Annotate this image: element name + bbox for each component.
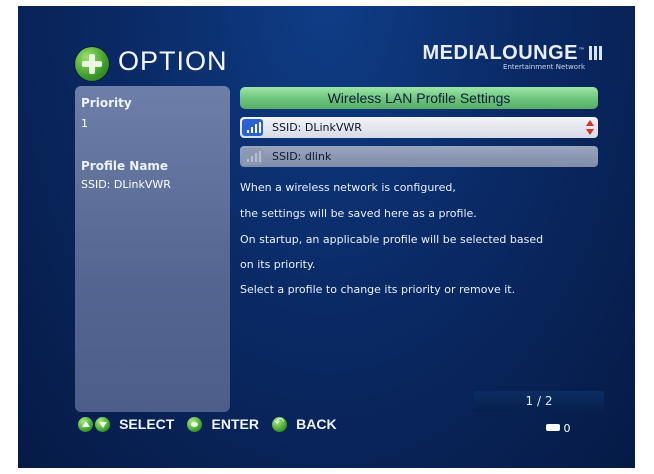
enter-label: ENTER: [211, 416, 259, 432]
wifi-signal-icon: [242, 119, 263, 136]
profile-name-label: Profile Name: [81, 159, 169, 173]
description-line: on its priority.: [240, 258, 316, 271]
option-plus-icon: [75, 47, 109, 81]
description-line: On startup, an applicable profile will b…: [240, 233, 544, 246]
network-count: 0: [563, 422, 571, 435]
profile-row-dlinkvwr[interactable]: SSID: DLinkVWR: [240, 117, 598, 138]
priority-value: 1: [81, 117, 88, 130]
page-title: OPTION: [118, 46, 228, 76]
page-indicator: 1 / 2: [474, 391, 604, 412]
description-line: When a wireless network is configured,: [240, 181, 456, 194]
header: OPTION MEDIALOUNGE™ Entertainment Networ…: [18, 6, 635, 86]
enter-button-icon: [187, 417, 203, 432]
profile-name-value: SSID: DLinkVWR: [81, 178, 171, 191]
tv-screen: OPTION MEDIALOUNGE™ Entertainment Networ…: [18, 6, 635, 468]
down-button-icon: [95, 417, 110, 432]
back-label: BACK: [296, 416, 337, 432]
profile-label: SSID: dlink: [272, 150, 332, 163]
description-line: the settings will be saved here as a pro…: [240, 207, 477, 220]
brand-logo: MEDIALOUNGE™ Entertainment Network: [422, 42, 603, 71]
description-line: Select a profile to change its priority …: [240, 283, 516, 296]
back-button-icon: [272, 415, 288, 432]
settings-title-bar: Wireless LAN Profile Settings: [240, 87, 598, 109]
network-status: 0: [546, 422, 571, 435]
wifi-signal-icon: [242, 148, 263, 165]
footer-controls: SELECT ENTER BACK: [78, 414, 345, 438]
network-icon: [546, 424, 560, 431]
updown-arrows-icon[interactable]: [586, 120, 594, 135]
profile-info-panel: Priority 1 Profile Name SSID: DLinkVWR: [75, 86, 230, 412]
brand-tagline: Entertainment Network: [503, 63, 585, 71]
brand-tm: ™: [578, 46, 585, 55]
profile-row-dlink[interactable]: SSID: dlink: [240, 146, 598, 167]
priority-label: Priority: [81, 96, 132, 110]
brand-grid-icon: [589, 46, 603, 60]
up-button-icon: [78, 417, 93, 432]
profile-label: SSID: DLinkVWR: [272, 121, 362, 134]
select-label: SELECT: [119, 416, 175, 432]
brand-name: MEDIALOUNGE: [422, 42, 578, 64]
